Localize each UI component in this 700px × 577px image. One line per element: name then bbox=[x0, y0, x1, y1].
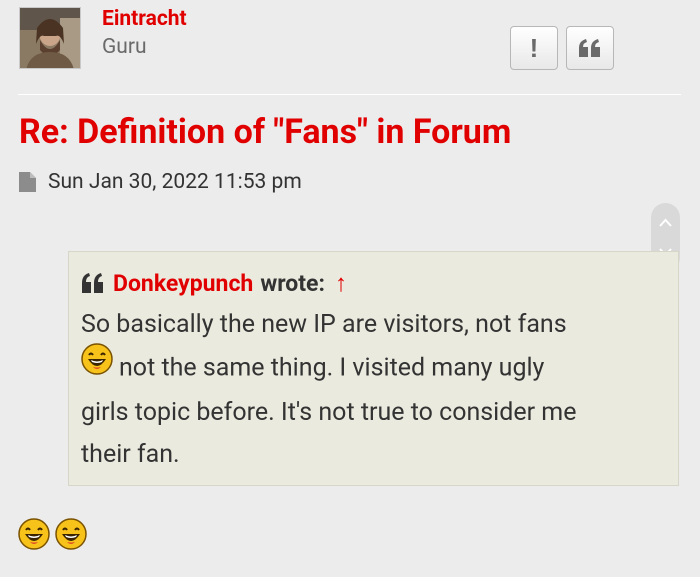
post-file-icon bbox=[19, 172, 36, 192]
post-title[interactable]: Re: Definition of "Fans" in Forum bbox=[19, 112, 511, 152]
report-icon: ! bbox=[529, 32, 539, 63]
quote-line: girls topic before. It's not true to con… bbox=[81, 398, 577, 427]
jump-to-post-icon[interactable]: ↑ bbox=[335, 269, 347, 298]
quote-wrote-label: wrote: bbox=[260, 269, 325, 297]
avatar[interactable] bbox=[19, 7, 81, 69]
laughing-smiley-icon bbox=[55, 518, 87, 554]
quote-icon bbox=[579, 39, 600, 57]
username[interactable]: Eintracht bbox=[102, 7, 187, 31]
header-divider bbox=[18, 94, 681, 95]
quote-icon bbox=[82, 273, 103, 293]
quote-line: So basically the new IP are visitors, no… bbox=[81, 310, 567, 339]
report-button[interactable]: ! bbox=[510, 26, 558, 70]
quote-line: not the same thing. I visited many ugly bbox=[81, 343, 666, 392]
quote-line-text: not the same thing. I visited many ugly bbox=[119, 353, 545, 383]
post-smileys bbox=[18, 518, 87, 554]
post-timestamp: Sun Jan 30, 2022 11:53 pm bbox=[48, 170, 302, 194]
quote-button[interactable] bbox=[566, 26, 614, 70]
scroll-up-icon[interactable] bbox=[651, 203, 680, 237]
quote-author-link[interactable]: Donkeypunch bbox=[113, 270, 253, 297]
user-rank: Guru bbox=[102, 35, 147, 59]
quote-citation: Donkeypunch wrote: ↑ bbox=[81, 266, 666, 300]
laughing-smiley-icon bbox=[81, 343, 113, 389]
post-meta: Sun Jan 30, 2022 11:53 pm bbox=[19, 170, 302, 194]
quote-text: So basically the new IP are visitors, no… bbox=[81, 304, 666, 476]
laughing-smiley-icon bbox=[18, 518, 50, 554]
quote-block: Donkeypunch wrote: ↑ So basically the ne… bbox=[68, 251, 679, 486]
quote-line: their fan. bbox=[81, 440, 180, 469]
